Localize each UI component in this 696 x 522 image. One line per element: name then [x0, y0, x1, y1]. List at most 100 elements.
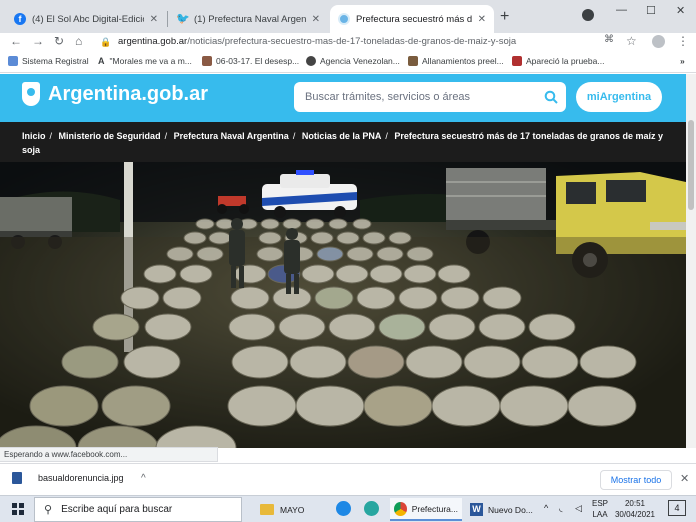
taskbar-search-input[interactable]: Escribe aquí para buscar [61, 504, 172, 515]
taskbar-search[interactable]: ⚲ Escribe aquí para buscar [34, 497, 242, 522]
windows-start-icon[interactable] [12, 503, 24, 515]
taskbar-app-chrome[interactable]: Prefectura... [390, 498, 462, 521]
tab-twitter[interactable]: 🐦 (1) Prefectura Naval Argentina en ✕ [168, 5, 328, 33]
web-page: Argentina.gob.ar Buscar trámites, servic… [0, 74, 686, 448]
close-icon[interactable]: ✕ [478, 14, 486, 25]
language-indicator[interactable]: ESP LAA [592, 498, 608, 520]
bookmark-item[interactable]: A "Morales me va a m... [98, 56, 192, 66]
translate-icon[interactable]: ⌘ [604, 34, 614, 45]
taskbar-app-folder[interactable]: MAYO [256, 498, 328, 521]
tab-facebook[interactable]: f (4) El Sol Abc Digital-Edición Cuy ✕ [6, 5, 166, 33]
breadcrumb-separator: / [385, 131, 388, 141]
chevron-up-icon[interactable]: ^ [544, 503, 548, 514]
download-item[interactable]: basualdorenuncia.jpg [12, 472, 124, 484]
argentina-icon [338, 13, 350, 25]
folder-icon [260, 504, 274, 515]
tab-title: (1) Prefectura Naval Argentina en [194, 13, 306, 25]
url-host: argentina.gob.ar [118, 36, 188, 47]
notifications-icon[interactable]: 4 [668, 500, 686, 516]
menu-icon[interactable]: ⋮ [677, 34, 689, 48]
bookmark-label: Apareció la prueba... [526, 56, 605, 66]
profile-avatar[interactable] [652, 35, 665, 48]
tab-search-icon[interactable] [582, 9, 594, 21]
show-all-button[interactable]: Mostrar todo [600, 470, 672, 490]
tab-title: Prefectura secuestró más de 17 t [356, 13, 472, 25]
twitter-icon: 🐦 [176, 13, 190, 25]
more-bookmarks-icon[interactable]: » [680, 56, 685, 66]
breadcrumb-ministerio[interactable]: Ministerio de Seguridad [59, 131, 161, 141]
lock-icon[interactable]: 🔒 [100, 37, 111, 48]
volume-icon[interactable]: ◁ [575, 503, 582, 514]
taskbar-app-label: Nuevo Do... [488, 504, 533, 515]
downloads-bar: basualdorenuncia.jpg ^ Mostrar todo ✕ [0, 463, 696, 495]
bookmark-icon [512, 56, 522, 66]
forward-icon[interactable]: → [32, 34, 44, 48]
search-icon: ⚲ [44, 504, 53, 516]
bookmark-label: Allanamientos preel... [422, 56, 504, 66]
bookmark-item[interactable]: Apareció la prueba... [512, 56, 604, 66]
grain-seizure-photo [0, 162, 686, 448]
clock-date: 30/04/2021 [614, 510, 656, 519]
tab-strip: f (4) El Sol Abc Digital-Edición Cuy ✕ 🐦… [0, 0, 696, 33]
minimize-icon[interactable]: — [616, 4, 627, 16]
bookmark-item[interactable]: Sistema Registral [8, 56, 89, 66]
globe-icon [306, 56, 316, 66]
bookmarks-bar: Sistema Registral A "Morales me va a m...… [0, 53, 696, 73]
breadcrumb-prefectura[interactable]: Prefectura Naval Argentina [174, 131, 289, 141]
scrollbar-thumb[interactable] [688, 120, 694, 210]
bookmark-icon [408, 56, 418, 66]
breadcrumb-inicio[interactable]: Inicio [22, 131, 46, 141]
edge-icon[interactable] [336, 501, 351, 516]
home-icon[interactable]: ⌂ [75, 34, 82, 48]
keyboard-code: LAA [592, 510, 608, 519]
bookmark-item[interactable]: Allanamientos preel... [408, 56, 504, 66]
close-icon[interactable]: ✕ [312, 14, 320, 25]
new-tab-button[interactable]: + [500, 8, 509, 26]
browser-toolbar: ← → ↻ ⌂ 🔒 argentina.gob.ar/noticias/pref… [0, 33, 696, 53]
window-close-icon[interactable]: ✕ [676, 4, 685, 17]
breadcrumb-noticias[interactable]: Noticias de la PNA [302, 131, 382, 141]
site-logo[interactable]: Argentina.gob.ar [22, 82, 208, 106]
tab-prefectura[interactable]: Prefectura secuestró más de 17 t ✕ [330, 5, 494, 33]
logo-text: Argentina.gob.ar [48, 82, 209, 105]
file-icon [12, 472, 22, 484]
close-icon[interactable]: ✕ [150, 14, 158, 25]
bookmark-label: Sistema Registral [22, 56, 89, 66]
back-icon[interactable]: ← [10, 34, 22, 48]
bookmark-icon: A [98, 56, 105, 66]
bookmark-item[interactable]: Agencia Venezolan... [306, 56, 400, 66]
clock-time: 20:51 [624, 499, 646, 508]
taskbar-app-label: Prefectura... [411, 503, 458, 514]
taskbar-app-word[interactable]: W Nuevo Do... [466, 498, 538, 521]
edge-dev-icon[interactable] [364, 501, 379, 516]
miargentina-button[interactable]: miArgentina [576, 82, 662, 112]
word-icon: W [470, 503, 483, 516]
tab-title: (4) El Sol Abc Digital-Edición Cuy [32, 13, 144, 25]
url-path: /noticias/prefectura-secuestro-mas-de-17… [187, 36, 517, 47]
chevron-up-icon[interactable]: ^ [141, 473, 146, 484]
bookmark-star-icon[interactable]: ☆ [626, 34, 637, 48]
argentina-shield-icon [22, 82, 40, 106]
windows-taskbar: ⚲ Escribe aquí para buscar MAYO Prefectu… [0, 495, 696, 522]
address-bar[interactable]: argentina.gob.ar/noticias/prefectura-sec… [118, 33, 674, 51]
breadcrumb-separator: / [49, 131, 53, 141]
breadcrumb-separator: / [292, 131, 296, 141]
reload-icon[interactable]: ↻ [54, 34, 64, 48]
breadcrumb-separator: / [164, 131, 168, 141]
site-search[interactable]: Buscar trámites, servicios o áreas [294, 82, 566, 112]
chrome-icon [394, 501, 407, 516]
notification-count: 4 [674, 503, 680, 513]
search-icon [544, 90, 558, 104]
wifi-icon[interactable]: ◟ [559, 503, 563, 514]
site-header: Argentina.gob.ar Buscar trámites, servic… [0, 74, 686, 122]
facebook-icon: f [14, 13, 26, 25]
taskbar-app-label: MAYO [280, 504, 305, 515]
clock[interactable]: 20:51 30/04/2021 [614, 498, 656, 520]
search-button[interactable] [536, 82, 566, 112]
search-input[interactable]: Buscar trámites, servicios o áreas [305, 91, 470, 103]
status-bar: Esperando a www.facebook.com... [0, 447, 218, 462]
close-icon[interactable]: ✕ [680, 472, 689, 485]
download-file-name: basualdorenuncia.jpg [38, 473, 124, 483]
bookmark-item[interactable]: 06-03-17. El desesp... [202, 56, 299, 66]
maximize-icon[interactable]: ☐ [646, 4, 656, 17]
